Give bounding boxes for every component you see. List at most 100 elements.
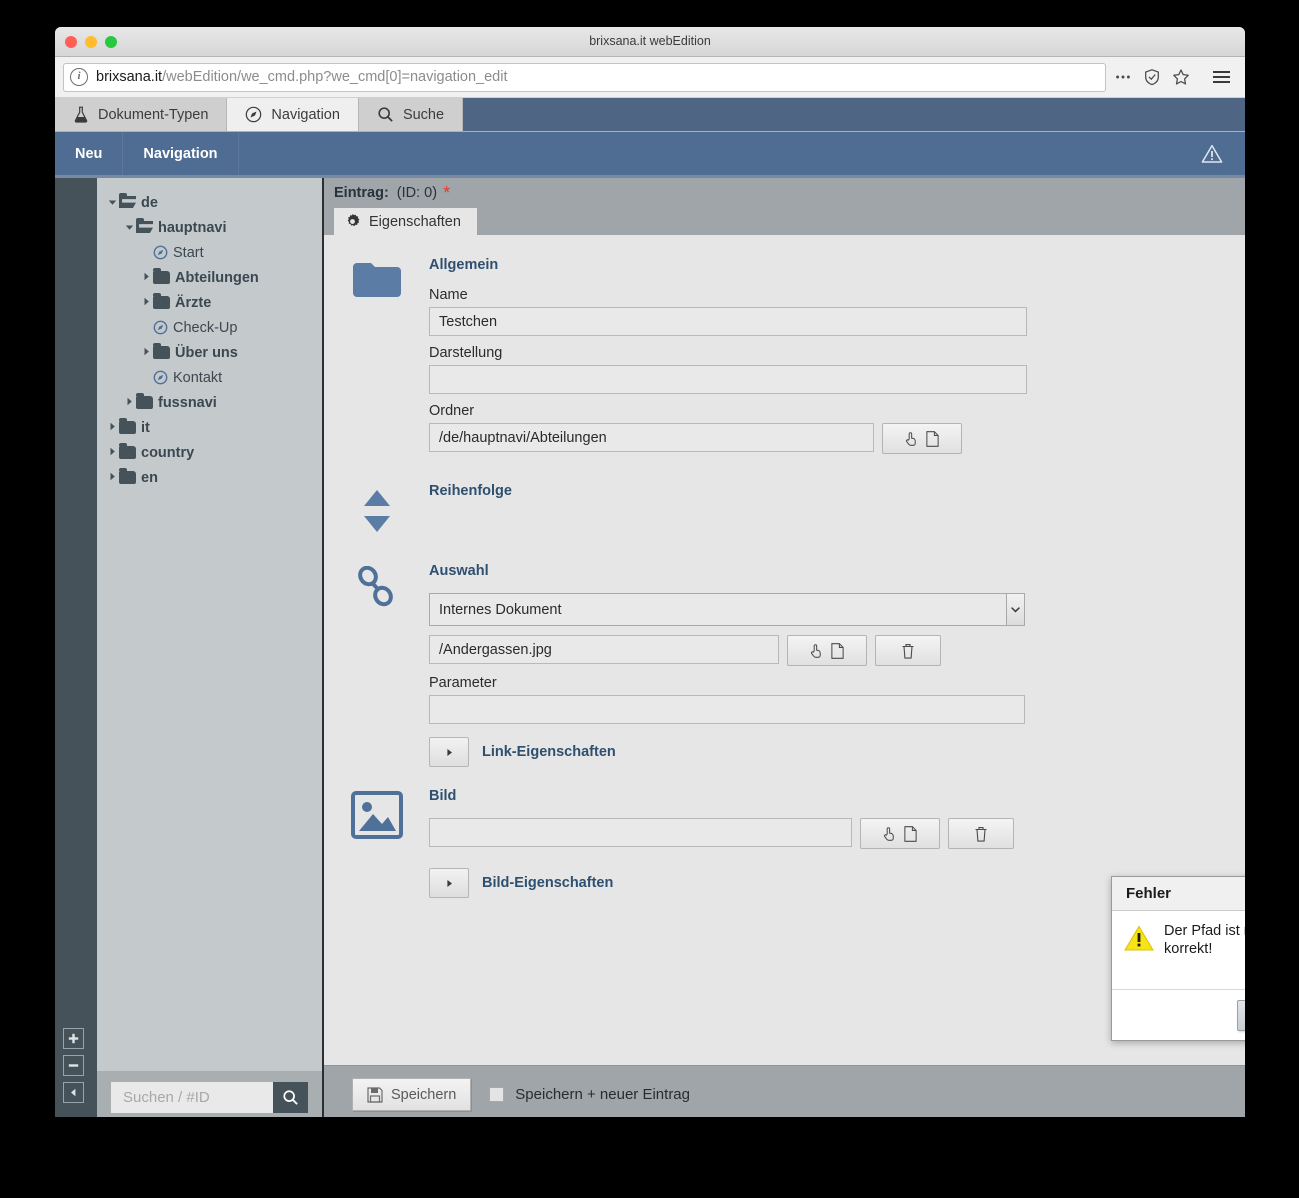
section-body: Reihenfolge xyxy=(429,483,1129,536)
entry-id: (ID: 0) xyxy=(396,185,438,201)
dialog-ok-button[interactable]: ✔ OK xyxy=(1237,999,1245,1031)
ellipsis-icon[interactable] xyxy=(1114,68,1132,86)
triangle-right-icon[interactable] xyxy=(429,868,469,898)
tab-dokument-typen[interactable]: Dokument-Typen xyxy=(55,98,228,131)
caret-down-icon[interactable] xyxy=(105,198,119,208)
tab-label: Suche xyxy=(402,106,445,123)
folder-closed-icon xyxy=(136,393,153,409)
caret-right-icon[interactable] xyxy=(139,347,153,358)
search-submit-button[interactable] xyxy=(273,1081,308,1113)
menu-neu[interactable]: Neu xyxy=(55,132,124,175)
section-reihenfolge: Reihenfolge xyxy=(324,483,1245,536)
bild-row xyxy=(429,818,1129,849)
section-body: Allgemein Name Testchen Darstellung Ordn… xyxy=(429,257,1129,454)
name-input[interactable]: Testchen xyxy=(429,307,1027,336)
warning-triangle-icon xyxy=(1124,925,1154,951)
bild-properties-row[interactable]: Bild-Eigenschaften xyxy=(429,868,1129,898)
auswahl-type-select[interactable]: Internes Dokument xyxy=(429,593,1025,626)
link-properties-row[interactable]: Link-Eigenschaften xyxy=(429,737,1129,767)
tree-item-label: country xyxy=(141,444,195,461)
parameter-input[interactable] xyxy=(429,695,1025,724)
collapse-all-icon[interactable] xyxy=(63,1055,84,1076)
caret-right-icon[interactable] xyxy=(105,447,119,458)
tab-label: Dokument-Typen xyxy=(98,106,209,123)
browser-toolbar: i brixsana.it/webEdition/we_cmd.php?we_c… xyxy=(55,57,1245,98)
darstellung-input[interactable] xyxy=(429,365,1027,394)
tree-item-fussnavi[interactable]: fussnavi xyxy=(105,390,322,415)
auswahl-path-row: /Andergassen.jpg xyxy=(429,635,1129,666)
caret-right-icon[interactable] xyxy=(105,472,119,483)
tree-item-label: it xyxy=(141,419,150,436)
name-label: Name xyxy=(429,287,468,303)
command-bar: Neu Navigation xyxy=(55,132,1245,178)
required-marker: * xyxy=(443,183,451,203)
updown-arrows-icon xyxy=(363,490,390,532)
address-bar[interactable]: i brixsana.it/webEdition/we_cmd.php?we_c… xyxy=(63,62,1106,92)
save-new-entry-checkbox-wrap[interactable]: Speichern + neuer Eintrag xyxy=(489,1086,690,1103)
search-input[interactable]: Suchen / #ID xyxy=(111,1081,273,1113)
folder-closed-icon xyxy=(153,293,170,309)
hamburger-icon[interactable] xyxy=(1213,71,1230,83)
ordner-row: /de/hauptnavi/Abteilungen xyxy=(429,423,1129,454)
save-button[interactable]: Speichern xyxy=(352,1078,472,1111)
tree-item-country[interactable]: country xyxy=(105,440,322,465)
tab-eigenschaften[interactable]: Eigenschaften xyxy=(334,208,477,235)
ordner-browse-button[interactable] xyxy=(882,423,962,454)
tree-item-start[interactable]: Start xyxy=(105,240,322,265)
tree-item-check-up[interactable]: Check-Up xyxy=(105,315,322,340)
pointer-hand-icon xyxy=(905,432,916,446)
chevron-down-icon[interactable] xyxy=(1006,594,1024,625)
star-icon[interactable] xyxy=(1172,68,1190,86)
bild-path-input[interactable] xyxy=(429,818,852,847)
tree-item-kontakt[interactable]: Kontakt xyxy=(105,365,322,390)
rail-icon-group xyxy=(63,1028,84,1103)
caret-down-icon[interactable] xyxy=(122,223,136,233)
auswahl-browse-button[interactable] xyxy=(787,635,867,666)
window-title: brixsana.it webEdition xyxy=(589,34,711,48)
bild-delete-button[interactable] xyxy=(948,818,1014,849)
shield-icon[interactable] xyxy=(1143,68,1161,86)
caret-right-icon[interactable] xyxy=(105,422,119,433)
save-new-entry-checkbox[interactable] xyxy=(489,1087,505,1102)
error-dialog: Fehler Der Pfad ist nicht korrekt! ✔ OK xyxy=(1111,876,1245,1041)
tree-item-en[interactable]: en xyxy=(105,465,322,490)
dialog-body: Der Pfad ist nicht korrekt! xyxy=(1112,911,1245,989)
site-info-icon[interactable]: i xyxy=(70,68,88,86)
warning-button[interactable] xyxy=(1179,132,1245,175)
ordner-input[interactable]: /de/hauptnavi/Abteilungen xyxy=(429,423,874,452)
menu-navigation[interactable]: Navigation xyxy=(123,132,239,175)
collapse-left-icon[interactable] xyxy=(63,1082,84,1103)
app-body: de hauptnavi Start Abteilungen Ärzte Check-Up… xyxy=(55,178,1245,1117)
folder-closed-icon xyxy=(153,343,170,359)
caret-right-icon[interactable] xyxy=(139,272,153,283)
tree-item-abteilungen[interactable]: Abteilungen xyxy=(105,265,322,290)
tree-item-label: Abteilungen xyxy=(175,269,259,286)
tree-item-it[interactable]: it xyxy=(105,415,322,440)
tree-item-de[interactable]: de xyxy=(105,190,322,215)
section-icon-wrap xyxy=(324,788,429,898)
tab-suche[interactable]: Suche xyxy=(358,98,464,131)
expand-all-icon[interactable] xyxy=(63,1028,84,1049)
link-properties-label: Link-Eigenschaften xyxy=(482,744,616,760)
tree-item-hauptnavi[interactable]: hauptnavi xyxy=(105,215,322,240)
image-icon xyxy=(350,791,403,839)
tree-item--rzte[interactable]: Ärzte xyxy=(105,290,322,315)
auswahl-path-input[interactable]: /Andergassen.jpg xyxy=(429,635,779,664)
gear-icon xyxy=(347,214,360,227)
caret-right-icon[interactable] xyxy=(122,397,136,408)
triangle-right-icon[interactable] xyxy=(429,737,469,767)
tab-label: Eigenschaften xyxy=(369,213,461,230)
tree-item-label: Über uns xyxy=(175,344,238,361)
tree-item-label: Check-Up xyxy=(173,319,238,336)
dialog-footer: ✔ OK xyxy=(1112,989,1245,1040)
tree-item-label: Start xyxy=(173,244,204,261)
caret-right-icon[interactable] xyxy=(139,297,153,308)
document-icon xyxy=(831,642,844,659)
tree-item--ber-uns[interactable]: Über uns xyxy=(105,340,322,365)
auswahl-clear-button[interactable] xyxy=(875,635,941,666)
url-text: brixsana.it/webEdition/we_cmd.php?we_cmd… xyxy=(96,69,508,85)
tab-navigation[interactable]: Navigation xyxy=(227,98,359,131)
document-icon xyxy=(904,825,917,842)
section-title: Allgemein xyxy=(429,257,499,273)
bild-browse-button[interactable] xyxy=(860,818,940,849)
